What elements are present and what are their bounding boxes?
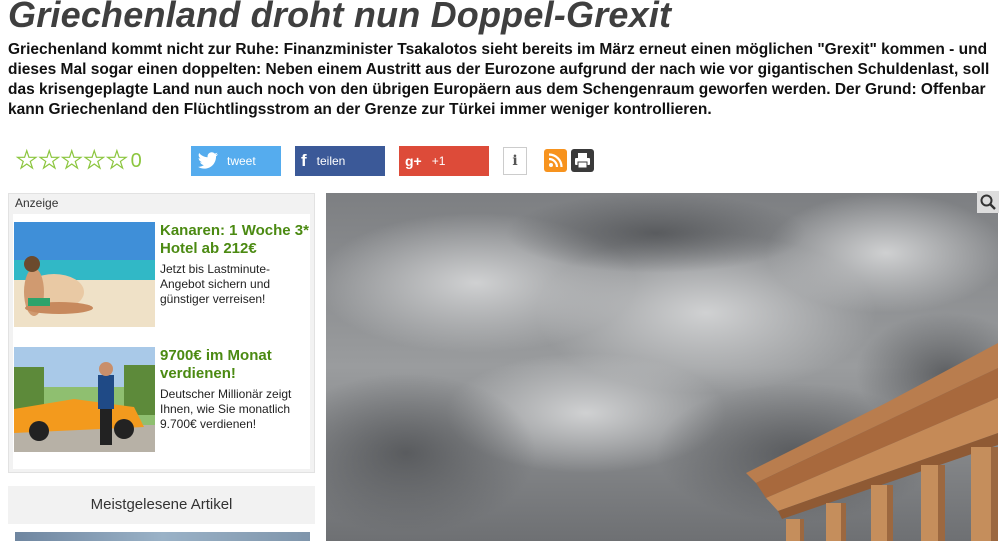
most-read-heading: Meistgelesene Artikel xyxy=(8,486,315,524)
facebook-share-label: teilen xyxy=(316,154,346,168)
most-read-thumbnail[interactable] xyxy=(15,532,310,541)
ad-label: Anzeige xyxy=(15,196,59,210)
ad-text[interactable]: Deutscher Millionär zeigt Ihnen, wie Sie… xyxy=(160,387,310,432)
ad-text[interactable]: Jetzt bis Lastminute-Angebot sichern und… xyxy=(160,262,310,307)
ad-title[interactable]: 9700€ im Monat verdienen! xyxy=(160,347,310,383)
ad-container: Kanaren: 1 Woche 3* Hotel ab 212€ Jetzt … xyxy=(13,214,310,469)
ad-title[interactable]: Kanaren: 1 Woche 3* Hotel ab 212€ xyxy=(160,222,310,258)
gplus-share-label: +1 xyxy=(431,154,446,168)
sidebar-ad-box: Anzeige Kanaren: 1 Woche 3* Hotel ab 212… xyxy=(8,193,315,473)
rating-count: 0 xyxy=(130,149,142,172)
article-lead: Griechenland kommt nicht zur Ruhe: Finan… xyxy=(8,41,990,118)
print-icon[interactable] xyxy=(571,149,594,172)
twitter-bird-icon xyxy=(197,152,219,169)
star-icon[interactable]: ★ xyxy=(38,147,61,174)
star-icon[interactable]: ★ xyxy=(60,147,83,174)
article-title: Griechenland droht nun Doppel-Grexit xyxy=(8,0,672,35)
info-button[interactable]: i xyxy=(503,147,527,175)
twitter-share-label: tweet xyxy=(227,154,256,168)
star-icon[interactable]: ★ xyxy=(83,147,106,174)
facebook-icon: f xyxy=(301,151,307,170)
ad-image-car[interactable] xyxy=(14,347,155,452)
rss-icon[interactable] xyxy=(544,149,567,172)
gplus-share-button[interactable]: g+ +1 xyxy=(399,146,489,176)
zoom-button[interactable] xyxy=(977,191,999,213)
hero-image[interactable] xyxy=(326,193,998,541)
star-rating[interactable]: ★ ★ ★ ★ ★ 0 xyxy=(15,147,142,174)
star-icon[interactable]: ★ xyxy=(105,147,128,174)
ad-image-beach[interactable] xyxy=(14,222,155,327)
google-plus-icon: g+ xyxy=(405,153,422,169)
search-icon xyxy=(980,194,996,210)
facebook-share-button[interactable]: f teilen xyxy=(295,146,385,176)
twitter-share-button[interactable]: tweet xyxy=(191,146,281,176)
star-icon[interactable]: ★ xyxy=(15,147,38,174)
